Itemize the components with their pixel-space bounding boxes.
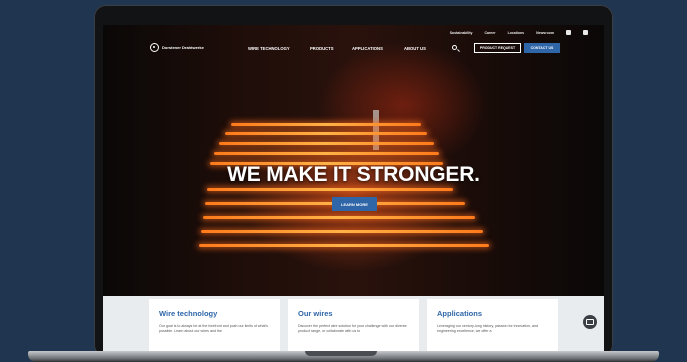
chat-button[interactable] xyxy=(583,315,597,329)
utility-link-career[interactable]: Career xyxy=(484,31,495,35)
nav-products[interactable]: PRODUCTS xyxy=(310,46,334,51)
card-title: Applications xyxy=(437,309,483,318)
linkedin-icon[interactable] xyxy=(566,30,571,35)
card-applications[interactable]: Applications Leveraging our century-long… xyxy=(427,299,558,352)
hero-title: WE MAKE IT STRONGER. xyxy=(227,163,480,186)
laptop-notch xyxy=(305,351,377,356)
card-title: Our wires xyxy=(298,309,333,318)
card-title: Wire technology xyxy=(159,309,218,318)
glow-bar xyxy=(219,142,434,145)
utility-link-sustainability[interactable]: Sustainability xyxy=(450,31,473,35)
glow-bar xyxy=(214,152,439,155)
card-wire-technology[interactable]: Wire technology Our goal is to always be… xyxy=(149,299,280,352)
nav-applications[interactable]: APPLICATIONS xyxy=(352,46,383,51)
product-request-button[interactable]: PRODUCT REQUEST xyxy=(474,43,521,53)
chat-icon xyxy=(586,319,594,325)
gear-logo-icon xyxy=(150,43,159,52)
card-text: Our goal is to always be at the forefron… xyxy=(159,324,268,333)
card-text: Discover the perfect wire solution for y… xyxy=(298,324,407,333)
nav-about-us[interactable]: ABOUT US xyxy=(404,46,426,51)
card-text: Leveraging our century-long history, pas… xyxy=(437,324,539,333)
glow-bar xyxy=(207,188,453,191)
glow-bar xyxy=(201,230,483,233)
search-icon[interactable] xyxy=(452,45,457,50)
site-logo[interactable]: Dorstener Drahtwerke xyxy=(150,43,204,52)
instagram-icon[interactable] xyxy=(583,30,588,35)
learn-more-button[interactable]: LEARN MORE xyxy=(332,197,377,211)
card-our-wires[interactable]: Our wires Discover the perfect wire solu… xyxy=(288,299,419,352)
glow-bar xyxy=(231,123,421,126)
glow-bar xyxy=(203,216,475,219)
contact-us-button[interactable]: CONTACT US xyxy=(524,43,560,53)
nav-wire-technology[interactable]: WIRE TECHNOLOGY xyxy=(248,46,290,51)
logo-text: Dorstener Drahtwerke xyxy=(162,45,204,50)
website-screen: Sustainability Career Locations Newsroom… xyxy=(103,25,604,352)
utility-link-locations[interactable]: Locations xyxy=(508,31,525,35)
utility-link-newsroom[interactable]: Newsroom xyxy=(536,31,554,35)
utility-nav: Sustainability Career Locations Newsroom xyxy=(450,30,588,35)
glow-bar xyxy=(225,132,427,135)
glow-bar xyxy=(199,244,489,247)
